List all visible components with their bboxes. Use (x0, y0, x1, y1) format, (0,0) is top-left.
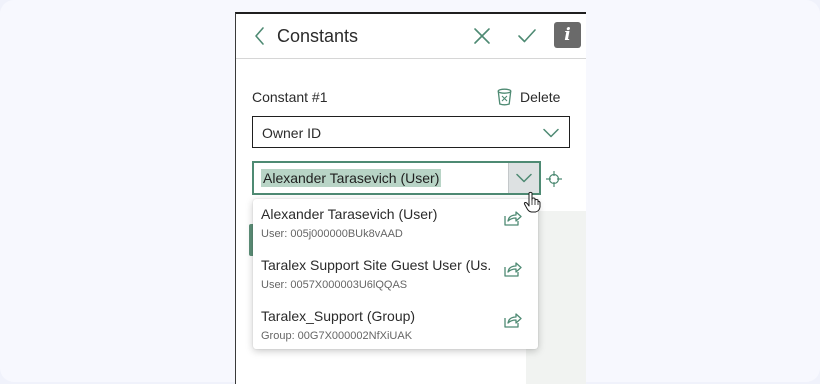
trash-icon (497, 88, 512, 106)
info-button[interactable]: i (554, 22, 581, 48)
delete-button[interactable]: Delete (497, 85, 560, 109)
option-subtitle: User: 005j000000BUk8vAAD (261, 228, 403, 240)
option-subtitle: Group: 00G7X000002NfXiUAK (261, 330, 413, 342)
option-title: Taralex Support Site Guest User (Us... (261, 257, 491, 273)
dropdown-option[interactable]: Taralex Support Site Guest User (Us... U… (253, 250, 538, 301)
field-select[interactable]: Owner ID (252, 116, 570, 148)
delete-label: Delete (520, 89, 561, 105)
hand-cursor-icon (523, 191, 541, 213)
panel-title: Constants (277, 26, 359, 46)
option-title: Alexander Tarasevich (User) (261, 206, 438, 222)
value-combobox[interactable]: Alexander Tarasevich (User) (252, 161, 541, 195)
panel-header: Constants i (236, 14, 586, 59)
share-icon[interactable] (502, 260, 522, 278)
chevron-down-icon (543, 128, 559, 138)
share-icon[interactable] (502, 311, 522, 329)
constant-label: Constant #1 (252, 89, 328, 105)
field-select-value: Owner ID (262, 125, 322, 141)
constants-panel: Constants i Constant #1 Delete Owner ID … (235, 12, 586, 384)
options-dropdown: Alexander Tarasevich (User) User: 005j00… (253, 199, 538, 349)
dropdown-option[interactable]: Alexander Tarasevich (User) User: 005j00… (253, 199, 538, 250)
combobox-input[interactable]: Alexander Tarasevich (User) (261, 169, 442, 187)
option-title: Taralex_Support (Group) (261, 308, 416, 324)
combobox-toggle-button[interactable] (508, 163, 539, 193)
chevron-left-icon[interactable] (252, 26, 268, 46)
option-subtitle: User: 0057X000003U6lQQAS (261, 279, 408, 291)
close-icon[interactable] (473, 27, 491, 45)
dropdown-option[interactable]: Taralex_Support (Group) Group: 00G7X0000… (253, 301, 538, 352)
chevron-down-icon (516, 173, 532, 183)
check-icon[interactable] (517, 27, 537, 45)
crosshair-icon[interactable] (545, 170, 563, 188)
share-icon[interactable] (502, 209, 522, 227)
